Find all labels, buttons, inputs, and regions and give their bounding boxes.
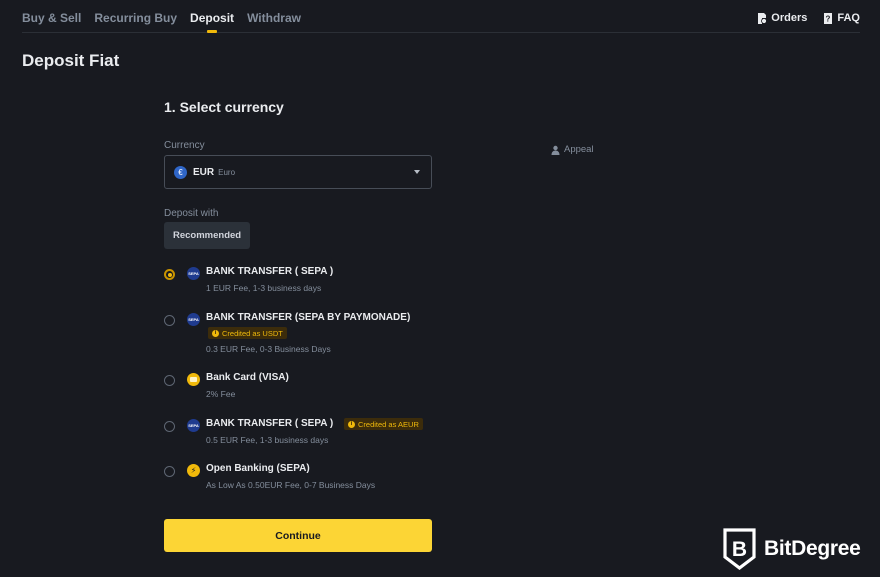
bank-card-icon [187,373,200,386]
tab-buy-sell[interactable]: Buy & Sell [22,11,81,25]
orders-label: Orders [771,12,808,24]
orders-icon [758,12,768,24]
svg-text:?: ? [826,14,831,23]
lightning-icon: ⚡ [187,464,200,477]
badge-text: Credited as AEUR [358,419,419,429]
option-subtitle: 2% Fee [206,389,236,399]
credited-badge: i Credited as USDT [208,327,287,339]
appeal-icon [551,145,560,155]
tab-bar: Buy & Sell Recurring Buy Deposit Withdra… [22,11,314,25]
sepa-icon: SEPA [187,313,200,326]
faq-link[interactable]: ? FAQ [823,12,860,24]
radio-unselected[interactable] [164,466,175,477]
top-navigation: Buy & Sell Recurring Buy Deposit Withdra… [22,0,860,33]
option-subtitle: 0.5 EUR Fee, 1-3 business days [206,435,329,445]
tab-withdraw[interactable]: Withdraw [247,11,301,25]
radio-unselected[interactable] [164,375,175,386]
info-icon: i [212,329,219,337]
info-icon: i [348,420,355,428]
currency-code: EUR [193,166,215,178]
tab-deposit[interactable]: Deposit [190,11,234,25]
option-subtitle: 0.3 EUR Fee, 0-3 Business Days [206,344,331,354]
euro-icon: € [174,165,187,179]
credited-badge: i Credited as AEUR [344,418,423,430]
sepa-icon: SEPA [187,267,200,280]
currency-name: Euro [218,167,236,177]
radio-unselected[interactable] [164,421,175,432]
caret-down-icon [414,170,420,174]
currency-label: Currency [164,140,205,151]
appeal-label: Appeal [564,144,594,155]
option-title: Bank Card (VISA) [206,372,289,383]
orders-link[interactable]: Orders [757,12,807,24]
option-subtitle: 1 EUR Fee, 1-3 business days [206,283,322,293]
faq-label: FAQ [837,12,860,24]
faq-icon: ? [824,12,833,24]
option-title: Open Banking (SEPA) [206,463,310,474]
step-title: 1. Select currency [164,99,284,115]
option-title: BANK TRANSFER ( SEPA ) [206,266,334,277]
option-subtitle: As Low As 0.50EUR Fee, 0-7 Business Days [206,480,376,490]
deposit-form: 1. Select currency Currency € EUR Euro D… [164,99,432,490]
radio-selected[interactable] [164,269,175,280]
option-title: BANK TRANSFER (SEPA BY PAYMONADE) [206,312,411,323]
bitdegree-logo-icon: B [723,528,756,570]
appeal-link[interactable]: Appeal [551,144,594,155]
radio-unselected[interactable] [164,315,175,326]
currency-select[interactable]: € EUR Euro [164,155,432,189]
continue-button[interactable]: Continue [164,519,432,552]
badge-text: Credited as USDT [222,328,283,338]
sepa-icon: SEPA [187,419,200,432]
option-title: BANK TRANSFER ( SEPA ) [206,418,334,429]
deposit-with-label: Deposit with [164,208,219,219]
tab-recurring-buy[interactable]: Recurring Buy [94,11,177,25]
recommended-tab[interactable]: Recommended [164,222,251,249]
bitdegree-watermark: B BitDegree [723,528,861,570]
svg-text:B: B [732,538,747,561]
brand-name: BitDegree [764,537,861,560]
page-title: Deposit Fiat [22,51,120,70]
